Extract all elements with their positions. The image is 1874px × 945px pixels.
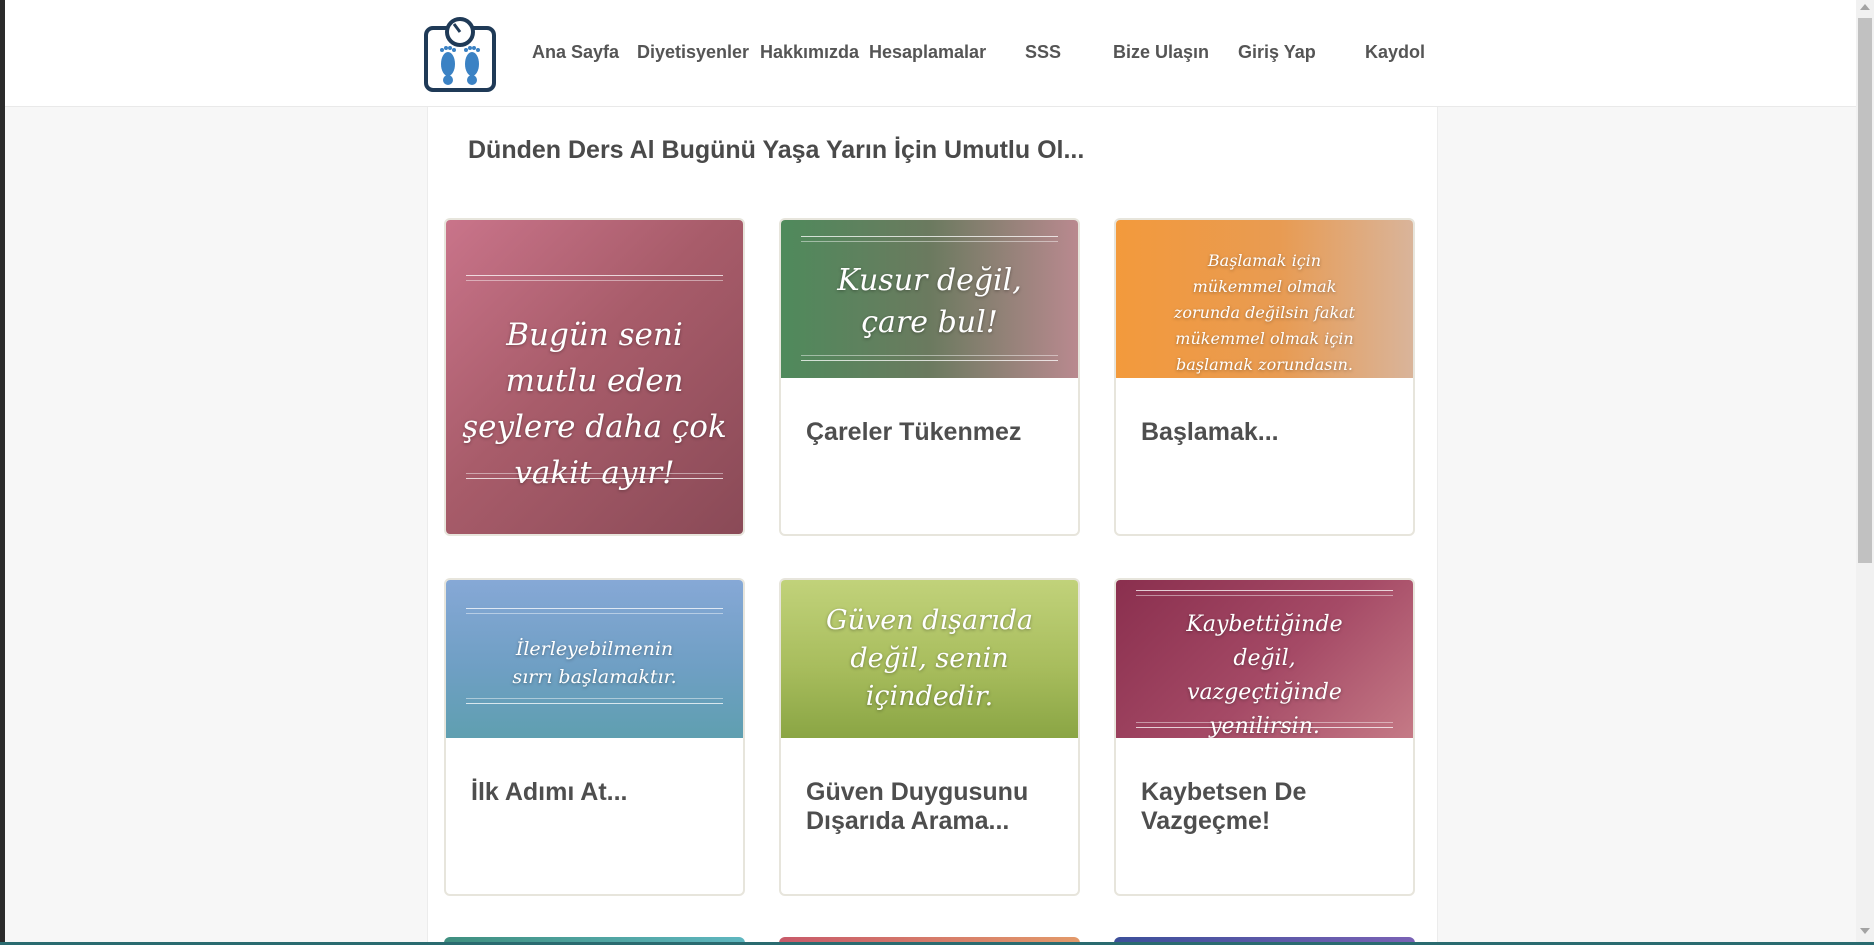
card-title[interactable]: Çareler Tükenmez [806,418,1056,447]
card-guven-duygusu[interactable]: Güven dışarıda değil, senin içindedir. G… [779,578,1080,896]
nav-hakkimizda[interactable]: Hakkımızda [760,42,859,63]
card-kaybetsen-de-vazgecme[interactable]: Kaybettiğinde değil, vazgeçtiğinde yenil… [1114,578,1415,896]
card-ilk-adimi-at[interactable]: İlerleyebilmenin sırrı başlamaktır. İlk … [444,578,745,896]
nav-giris-yap[interactable]: Giriş Yap [1238,42,1316,63]
card-careler-tukenmez[interactable]: Kusur değil, çare bul! Çareler Tükenmez [779,218,1080,536]
nav-hesaplamalar[interactable]: Hesaplamalar [869,42,986,63]
nav-ana-sayfa[interactable]: Ana Sayfa [532,42,619,63]
card-quote: Kusur değil, çare bul! [837,263,1022,340]
card-title[interactable]: Başlamak... [1141,418,1391,447]
window-left-edge [0,0,5,945]
card-quote: Başlamak için mükemmel olmak zorunda değ… [1173,251,1356,374]
card-title[interactable]: Kaybetsen De Vazgeçme! [1141,778,1391,836]
page-title: Dünden Ders Al Bugünü Yaşa Yarın İçin Um… [468,136,1085,164]
card-image: Kusur değil, çare bul! [781,220,1078,378]
card-quote: İlerleyebilmenin sırrı başlamaktır. [512,638,677,688]
scroll-up-arrow-icon[interactable] [1860,4,1870,10]
site-header: Ana Sayfa Diyetisyenler Hakkımızda Hesap… [5,0,1856,107]
card-image: Kaybettiğinde değil, vazgeçtiğinde yenil… [1116,580,1413,738]
card-baslamak[interactable]: Başlamak için mükemmel olmak zorunda değ… [1114,218,1415,536]
card-title[interactable]: Güven Duygusunu Dışarıda Arama... [806,778,1056,836]
card-image: Başlamak için mükemmel olmak zorunda değ… [1116,220,1413,378]
nav-bize-ulasin[interactable]: Bize Ulaşın [1113,42,1209,63]
nav-kaydol[interactable]: Kaydol [1365,42,1425,63]
card-quote: Bugün seni mutlu eden şeylere daha çok v… [462,317,727,491]
nav-sss[interactable]: SSS [1025,42,1061,63]
scroll-down-arrow-icon[interactable] [1860,928,1870,934]
scrollbar[interactable] [1856,0,1874,942]
scrollbar-thumb[interactable] [1858,18,1872,563]
card-mutlu[interactable]: Bugün seni mutlu eden şeylere daha çok v… [444,218,745,536]
card-image: Bugün seni mutlu eden şeylere daha çok v… [446,220,743,534]
scale-footprints-icon[interactable] [423,14,497,92]
card-quote: Kaybettiğinde değil, vazgeçtiğinde yenil… [1186,612,1343,738]
nav-diyetisyenler[interactable]: Diyetisyenler [637,42,749,63]
card-image: Güven dışarıda değil, senin içindedir. [781,580,1078,738]
card-quote: Güven dışarıda değil, senin içindedir. [826,605,1033,712]
card-title[interactable]: İlk Adımı At... [471,778,721,807]
card-image: İlerleyebilmenin sırrı başlamaktır. [446,580,743,738]
